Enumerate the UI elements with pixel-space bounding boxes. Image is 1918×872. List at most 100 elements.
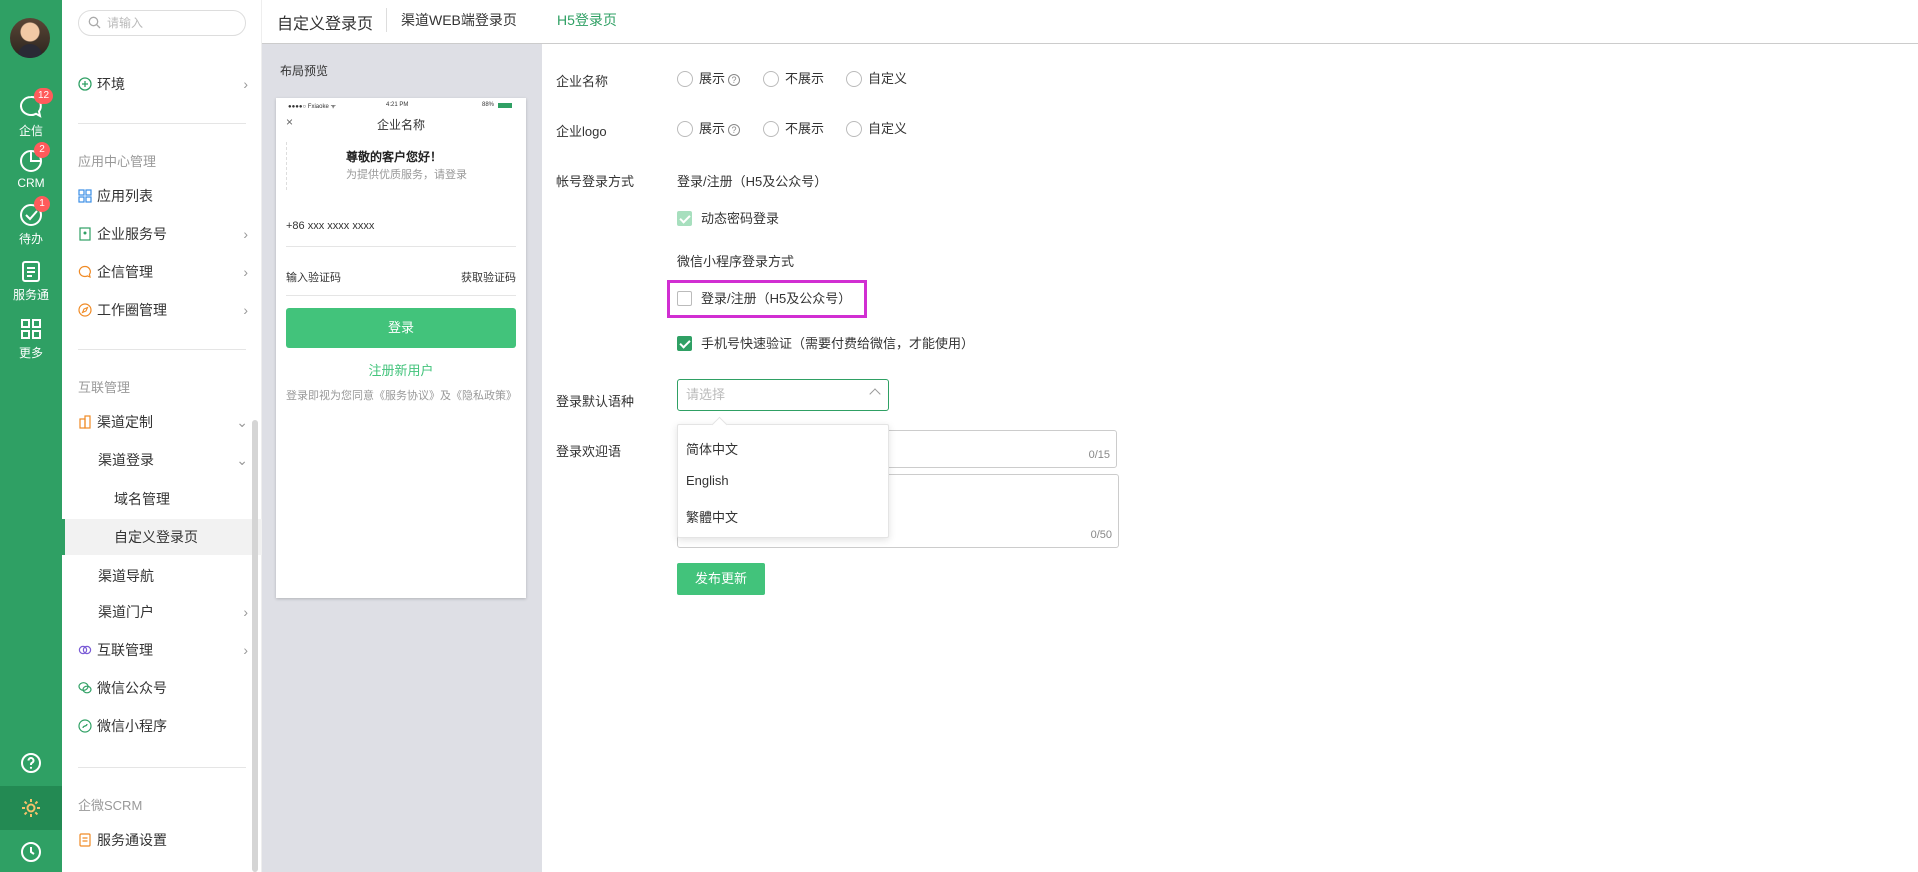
grid-icon — [21, 319, 41, 339]
company-logo-radio-hide[interactable]: 不展示 — [763, 121, 824, 137]
company-logo-label: 企业logo — [556, 124, 607, 139]
menu-item-wechat-official[interactable]: 微信公众号 — [78, 677, 248, 699]
tab-web-login[interactable]: 渠道WEB端登录页 — [401, 10, 517, 30]
menu-item-app-list[interactable]: 应用列表 — [78, 185, 248, 207]
preview-company-name: 企业名称 — [376, 118, 425, 132]
chevron-right-icon: › — [243, 604, 248, 620]
building-icon — [79, 415, 91, 429]
default-language-select[interactable]: 请选择 — [677, 379, 889, 411]
company-name-radio-hide[interactable]: 不展示 — [763, 71, 824, 87]
search-icon — [88, 16, 101, 29]
menu-item-domain-manage[interactable]: 域名管理 — [114, 489, 170, 509]
settings-doc-icon — [79, 833, 91, 847]
menu-item-channel-custom[interactable]: 渠道定制 ⌄ — [78, 411, 248, 433]
rail-label: CRM — [17, 176, 45, 190]
help-icon — [21, 753, 41, 773]
battery-icon — [498, 103, 512, 108]
avatar[interactable] — [10, 18, 50, 58]
settings-button[interactable] — [0, 786, 62, 830]
menu-group-title: 互联管理 — [78, 380, 131, 395]
menu-item-custom-login-page[interactable]: 自定义登录页 — [62, 519, 262, 555]
menu-item-label: 微信公众号 — [97, 680, 167, 696]
side-menu: 请输入 环境 › 应用中心管理 应用列表 企业服务号 › 企信管理 › 工作圈管… — [62, 0, 262, 872]
clock-icon — [21, 842, 41, 862]
rail-item-crm[interactable]: 2 CRM — [0, 142, 62, 190]
menu-item-env[interactable]: 环境 › — [78, 73, 248, 95]
radio-label: 不展示 — [785, 121, 825, 136]
rail-badge: 12 — [34, 88, 54, 104]
menu-item-channel-nav[interactable]: 渠道导航 — [98, 566, 154, 586]
company-name-radio-custom[interactable]: 自定义 — [846, 71, 907, 87]
radio-label: 自定义 — [868, 71, 908, 86]
chevron-right-icon: › — [243, 642, 248, 658]
menu-item-label: 企业服务号 — [97, 226, 167, 242]
rail-item-qixin[interactable]: 12 企信 — [0, 88, 62, 139]
menu-item-qixin-manage[interactable]: 企信管理 › — [78, 261, 248, 283]
help-button[interactable] — [0, 748, 62, 780]
char-counter: 0/50 — [1090, 529, 1112, 541]
layout-preview-panel: 布局预览 ●●●●○ Fxiaoke ᯤ 4:21 PM 88% × 企业名称 … — [262, 44, 542, 872]
app-grid-icon — [78, 189, 92, 203]
rail-label: 更多 — [18, 346, 43, 360]
menu-item-channel-login[interactable]: 渠道登录 ⌄ — [98, 449, 248, 471]
menu-item-label: 渠道定制 — [97, 414, 153, 430]
preview-register-link: 注册新用户 — [368, 363, 434, 378]
menu-item-service-settings[interactable]: 服务通设置 — [78, 829, 248, 851]
preview-agreement: 登录即视为您同意《服务协议》及《隐私政策》 — [286, 390, 517, 402]
publish-button[interactable]: 发布更新 — [677, 563, 765, 595]
radio-label: 展示 — [699, 71, 726, 86]
default-language-label: 登录默认语种 — [556, 394, 635, 409]
rail-badge: 1 — [34, 196, 50, 212]
help-icon[interactable]: ? — [728, 124, 741, 136]
divider — [286, 246, 516, 247]
chevron-right-icon: › — [243, 76, 248, 92]
rail-item-service[interactable]: 服务通 — [0, 258, 62, 303]
company-logo-radio-custom[interactable]: 自定义 — [846, 121, 907, 137]
menu-scrollbar[interactable] — [252, 420, 258, 872]
wechat-icon — [78, 682, 92, 694]
menu-item-label: 渠道登录 — [98, 452, 154, 468]
rail-item-more[interactable]: 更多 — [0, 316, 62, 361]
rail-label: 企信 — [18, 124, 43, 138]
dropdown-option[interactable]: English — [686, 473, 729, 488]
history-button[interactable] — [0, 838, 62, 868]
company-logo-radio-show[interactable]: 展示? — [677, 121, 741, 137]
account-login-value: 登录/注册（H5及公众号） — [677, 174, 828, 189]
checkbox-box — [677, 336, 692, 351]
page-title: 自定义登录页 — [277, 16, 374, 33]
menu-item-workcircle-manage[interactable]: 工作圈管理 › — [78, 299, 248, 321]
phone-preview: ●●●●○ Fxiaoke ᯤ 4:21 PM 88% × 企业名称 尊敬的客户… — [276, 98, 526, 598]
chevron-down-icon: ⌄ — [236, 452, 248, 468]
menu-item-label: 微信小程序 — [97, 718, 167, 734]
time-text: 4:21 PM — [386, 102, 409, 108]
menu-item-channel-portal[interactable]: 渠道门户 › — [98, 601, 248, 623]
radio-label: 自定义 — [868, 121, 908, 136]
icon-rail: 12 企信 2 CRM 1 待办 服务通 更多 — [0, 0, 62, 872]
preview-phone-field: +86 xxx xxxx xxxx — [286, 220, 375, 232]
wechat-mini-login-label: 微信小程序登录方式 — [677, 254, 795, 269]
dropdown-option[interactable]: 繁體中文 — [686, 507, 738, 526]
dynamic-password-checkbox[interactable]: 动态密码登录 — [677, 211, 779, 227]
checkbox-label: 动态密码登录 — [701, 211, 780, 226]
phone-quick-verify-checkbox[interactable]: 手机号快速验证（需要付费给微信，才能使用） — [677, 336, 974, 352]
link-rings-icon — [78, 645, 92, 655]
menu-item-wechat-mini[interactable]: 微信小程序 — [78, 715, 248, 737]
menu-search-input[interactable]: 请输入 — [78, 10, 246, 36]
help-icon[interactable]: ? — [728, 74, 741, 86]
menu-item-enterprise-service[interactable]: 企业服务号 › — [78, 223, 248, 245]
wechat-login-register-checkbox[interactable]: 登录/注册（H5及公众号） — [677, 291, 851, 307]
chevron-right-icon: › — [243, 264, 248, 280]
company-name-radio-show[interactable]: 展示? — [677, 71, 741, 87]
dropdown-option[interactable]: 简体中文 — [686, 439, 738, 458]
chevron-right-icon: › — [243, 302, 248, 318]
rail-label: 待办 — [18, 232, 43, 246]
menu-item-label: 渠道门户 — [98, 604, 154, 620]
preview-login-button: 登录 — [286, 308, 516, 348]
preview-get-code: 获取验证码 — [461, 272, 516, 284]
tab-h5-login[interactable]: H5登录页 — [557, 10, 617, 30]
rail-item-todo[interactable]: 1 待办 — [0, 196, 62, 247]
menu-item-interconnect-manage[interactable]: 互联管理 › — [78, 639, 248, 661]
chat-icon — [78, 265, 91, 279]
checkbox-box — [677, 211, 692, 226]
preview-title: 布局预览 — [280, 64, 329, 78]
